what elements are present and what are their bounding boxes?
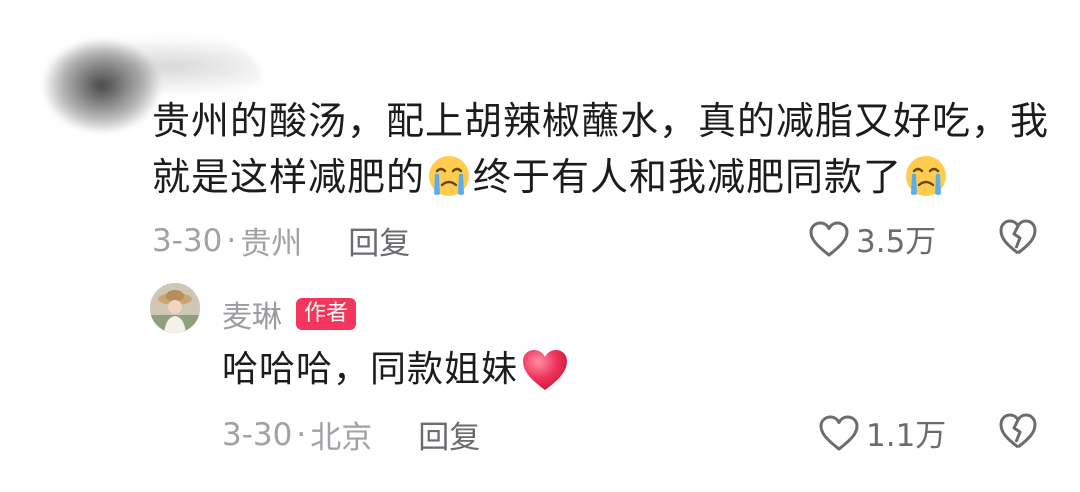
reply-text: 哈哈哈，同款姐妹 [222, 344, 570, 396]
reply-date: 3-30 [222, 416, 293, 453]
comment-like-button[interactable]: 3.5万 [808, 216, 936, 261]
author-badge: 作者 [296, 298, 357, 330]
reply-username[interactable]: 麦琳 [222, 292, 282, 336]
comment-date: 3-30 [152, 222, 223, 259]
comment-separator: · [226, 222, 237, 259]
reply-reply-button[interactable]: 回复 [418, 412, 480, 457]
avatar-image [150, 283, 200, 333]
comment-text: 贵州的酸汤，配上胡辣椒蘸水，真的减脂又好吃，我就是这样减肥的 终于有人和我减肥同… [152, 93, 1052, 205]
reply-text-content: 哈哈哈，同款姐妹 [222, 349, 519, 390]
reply-location: 北京 [310, 420, 373, 456]
heart-outline-icon [819, 415, 859, 450]
comment-reply-button[interactable]: 回复 [348, 218, 410, 263]
reply-separator: · [296, 416, 307, 453]
comment-like-count: 3.5万 [856, 224, 937, 260]
reply-user-avatar[interactable] [150, 283, 200, 333]
reply-like-button[interactable]: 1.1万 [818, 410, 946, 455]
comment-text-part2: 终于有人和我减肥同款了 [473, 155, 903, 199]
reply-header: 麦琳 作者 [222, 292, 357, 336]
broken-heart-icon[interactable] [998, 412, 1038, 450]
red-heart-emoji-icon [523, 350, 568, 390]
broken-heart-icon[interactable] [998, 218, 1038, 256]
reply-meta: 3-30 · 北京 回复 [222, 412, 480, 457]
comment-location: 贵州 [240, 226, 303, 262]
crying-face-emoji-icon [906, 156, 947, 196]
heart-outline-icon [809, 221, 849, 256]
crying-face-emoji-icon [429, 156, 470, 196]
reply-like-count: 1.1万 [866, 418, 947, 454]
comment-meta: 3-30 · 贵州 回复 [152, 218, 410, 263]
